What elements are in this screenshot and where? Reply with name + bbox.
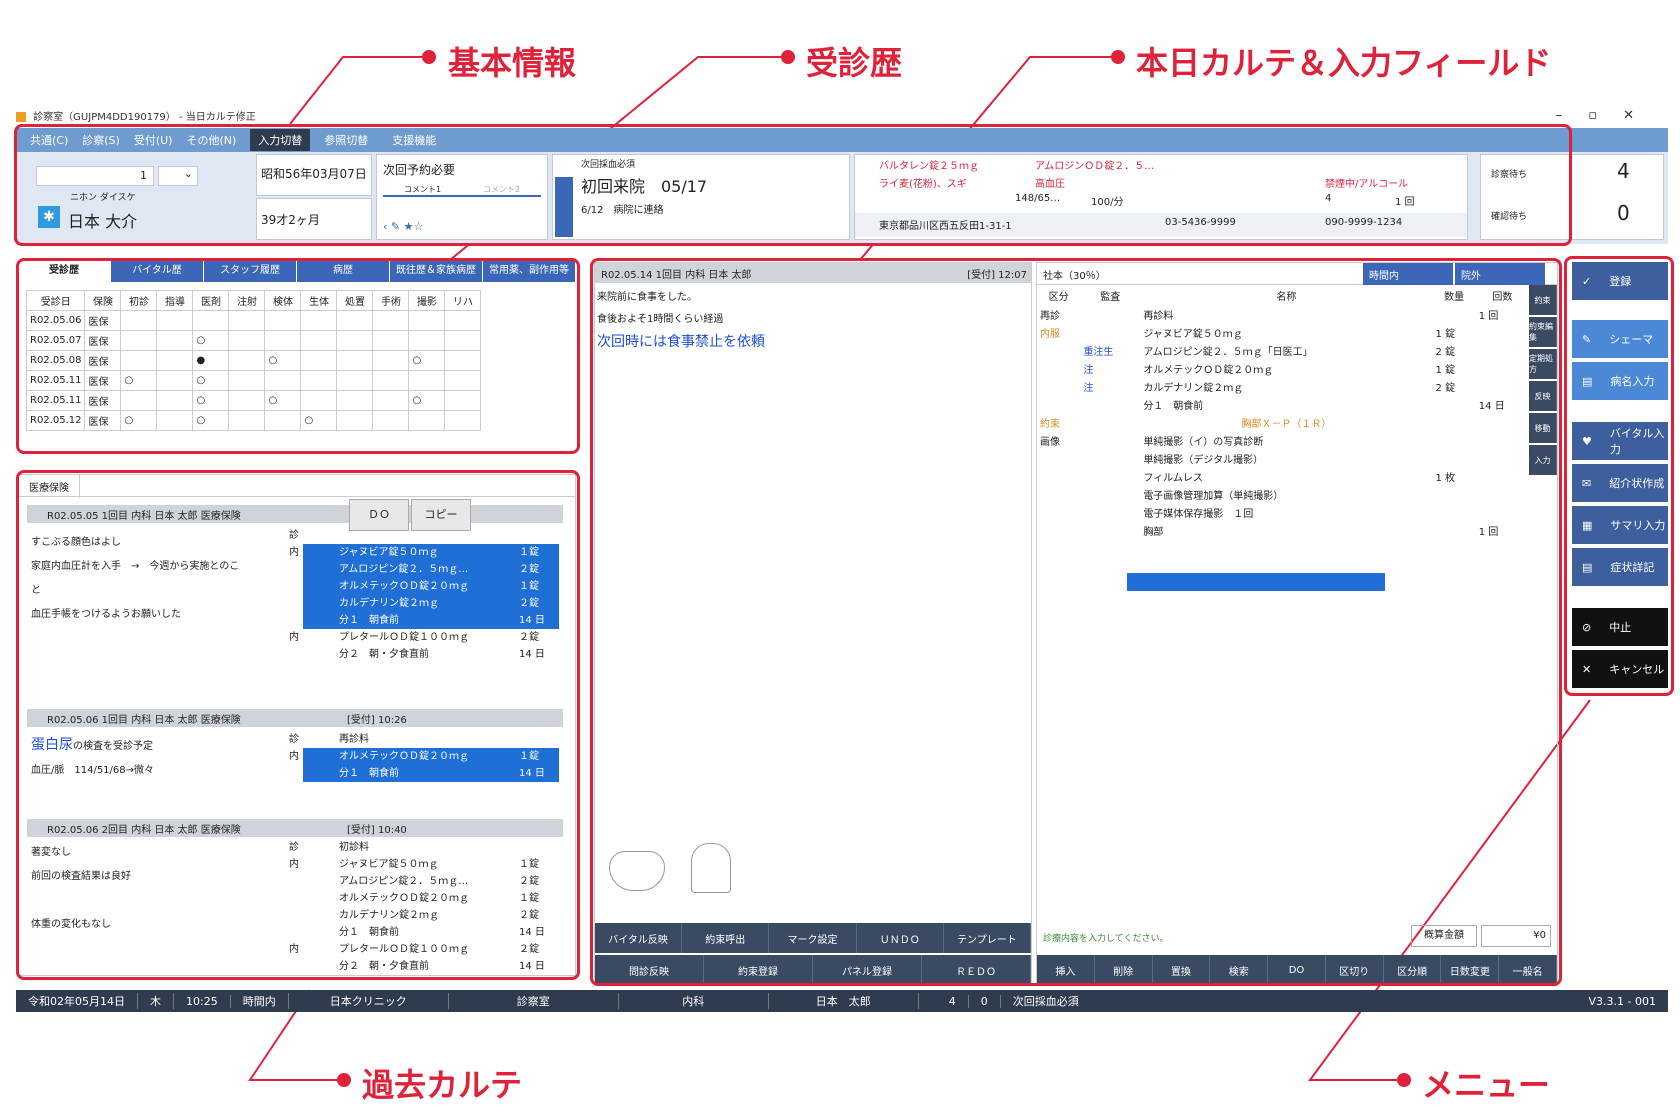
box-menu (1564, 256, 1674, 696)
status-version: V3.3.1 - 001 (1588, 994, 1656, 1008)
status-dow: 木 (138, 993, 174, 1009)
status-count-2: 0 (969, 994, 1001, 1008)
status-time: 10:25 (174, 994, 231, 1008)
app-icon (16, 112, 26, 122)
confirm-count: 0 (1617, 201, 1630, 225)
callout-today-chart: 本日カルテ＆入力フィールド (1136, 44, 1552, 82)
callout-visit-history: 受診歴 (806, 44, 903, 82)
callout-past-chart: 過去カルテ (362, 1066, 523, 1104)
box-visit-history (16, 258, 580, 454)
status-clinic: 日本クリニック (289, 993, 449, 1009)
status-bar: 令和02年05月14日 木 10:25 時間内 日本クリニック 診察室 内科 日… (16, 990, 1668, 1012)
box-basic-info (14, 124, 1572, 246)
box-today-chart (590, 258, 1562, 986)
status-doctor: 日本 太郎 (769, 993, 919, 1009)
status-count-1: 4 (919, 994, 969, 1008)
status-date: 令和02年05月14日 (16, 993, 138, 1009)
box-past-chart (16, 470, 580, 980)
status-note: 次回採血必須 (1012, 995, 1079, 1008)
callout-basic-info: 基本情報 (448, 44, 577, 82)
status-room: 診察室 (449, 993, 619, 1009)
callout-menu: メニュー (1422, 1066, 1551, 1104)
waiting-count: 4 (1617, 159, 1630, 183)
window-controls[interactable]: –▫✕ (1556, 108, 1660, 123)
window-title: 診察室（GUJPM4DD190179） - 当日カルテ修正 (33, 112, 256, 123)
status-dept: 内科 (619, 993, 769, 1009)
status-shift: 時間内 (231, 993, 289, 1009)
